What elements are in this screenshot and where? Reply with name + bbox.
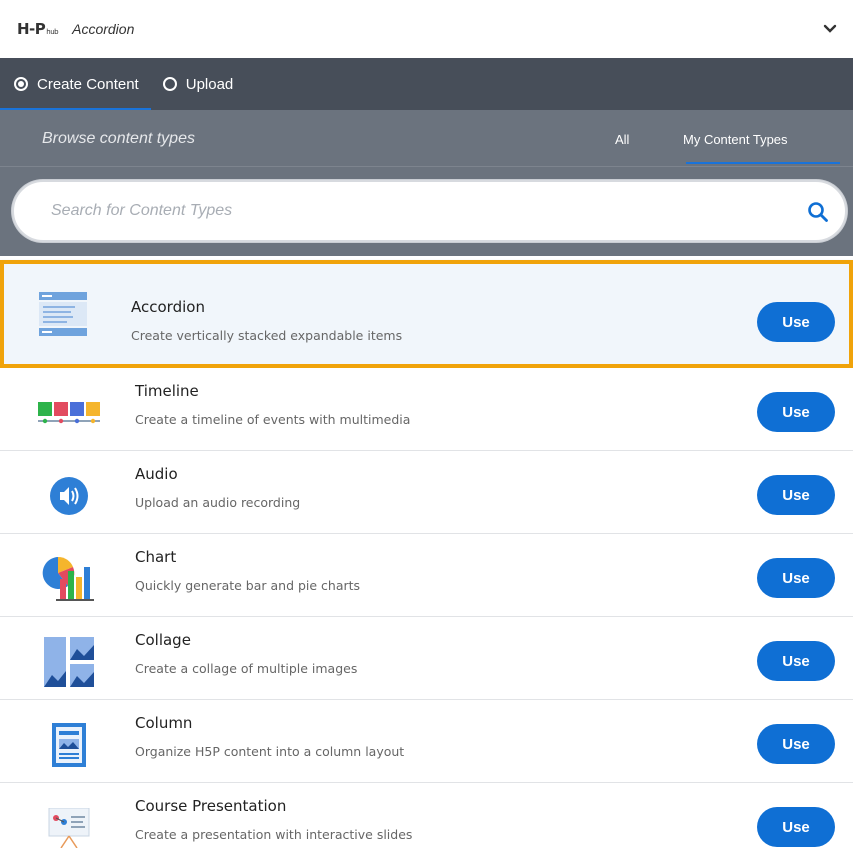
panel-tabs: Create Content Upload — [0, 58, 853, 110]
tab-create-content-label: Create Content — [37, 75, 139, 93]
search-box — [12, 180, 847, 242]
list-item[interactable]: Course Presentation Create a presentatio… — [0, 783, 853, 848]
tab-upload-label: Upload — [185, 75, 234, 93]
content-type-description: Upload an audio recording — [135, 495, 301, 510]
timeline-icon — [38, 388, 100, 438]
content-type-description: Create a presentation with interactive s… — [135, 827, 413, 842]
collage-icon — [38, 637, 100, 687]
use-chart-button[interactable]: Use — [757, 558, 835, 598]
active-filter-underline — [686, 162, 840, 164]
content-type-list: Accordion Create vertically stacked expa… — [0, 256, 853, 848]
hub-header[interactable]: H-Phub Accordion — [0, 0, 853, 58]
list-item[interactable]: Accordion Create vertically stacked expa… — [0, 260, 853, 368]
h5p-hub-logo: H-Phub — [17, 20, 59, 38]
list-item[interactable]: Timeline Create a timeline of events wit… — [0, 368, 853, 451]
tab-create-content[interactable]: Create Content — [0, 58, 151, 110]
tab-upload[interactable]: Upload — [151, 58, 246, 110]
audio-icon — [38, 471, 100, 521]
content-type-description: Create a timeline of events with multime… — [135, 412, 411, 427]
chart-icon — [38, 554, 100, 604]
list-item[interactable]: Audio Upload an audio recording Use — [0, 451, 853, 534]
content-type-title: Audio — [135, 465, 178, 483]
content-type-description: Create a collage of multiple images — [135, 661, 358, 676]
content-type-description: Organize H5P content into a column layou… — [135, 744, 405, 759]
content-type-title: Timeline — [135, 382, 199, 400]
content-type-title: Accordion — [131, 298, 205, 316]
browse-panel: Browse content types All My Content Type… — [0, 110, 853, 256]
use-column-button[interactable]: Use — [757, 724, 835, 764]
content-type-description: Quickly generate bar and pie charts — [135, 578, 361, 593]
content-type-title: Course Presentation — [135, 797, 287, 815]
course-presentation-icon — [38, 803, 100, 848]
radio-selected-icon — [14, 77, 28, 91]
filter-my-content-types[interactable]: My Content Types — [683, 132, 788, 147]
list-item[interactable]: Collage Create a collage of multiple ima… — [0, 617, 853, 700]
list-item[interactable]: Column Organize H5P content into a colum… — [0, 700, 853, 783]
browse-title: Browse content types — [42, 130, 195, 147]
use-collage-button[interactable]: Use — [757, 641, 835, 681]
filter-all[interactable]: All — [615, 132, 629, 147]
column-icon — [38, 720, 100, 770]
chevron-down-icon[interactable] — [823, 22, 837, 36]
search-icon[interactable] — [807, 201, 829, 223]
use-accordion-button[interactable]: Use — [757, 302, 835, 342]
list-item[interactable]: Chart Quickly generate bar and pie chart… — [0, 534, 853, 617]
radio-empty-icon — [162, 77, 177, 91]
use-timeline-button[interactable]: Use — [757, 392, 835, 432]
search-input[interactable] — [17, 185, 777, 237]
selected-content-type-label: Accordion — [72, 21, 135, 37]
content-type-title: Collage — [135, 631, 191, 649]
content-type-title: Column — [135, 714, 193, 732]
use-audio-button[interactable]: Use — [757, 475, 835, 515]
use-course-presentation-button[interactable]: Use — [757, 807, 835, 847]
content-type-description: Create vertically stacked expandable ite… — [131, 328, 403, 343]
accordion-icon — [34, 290, 96, 340]
divider — [0, 166, 853, 167]
content-type-title: Chart — [135, 548, 177, 566]
